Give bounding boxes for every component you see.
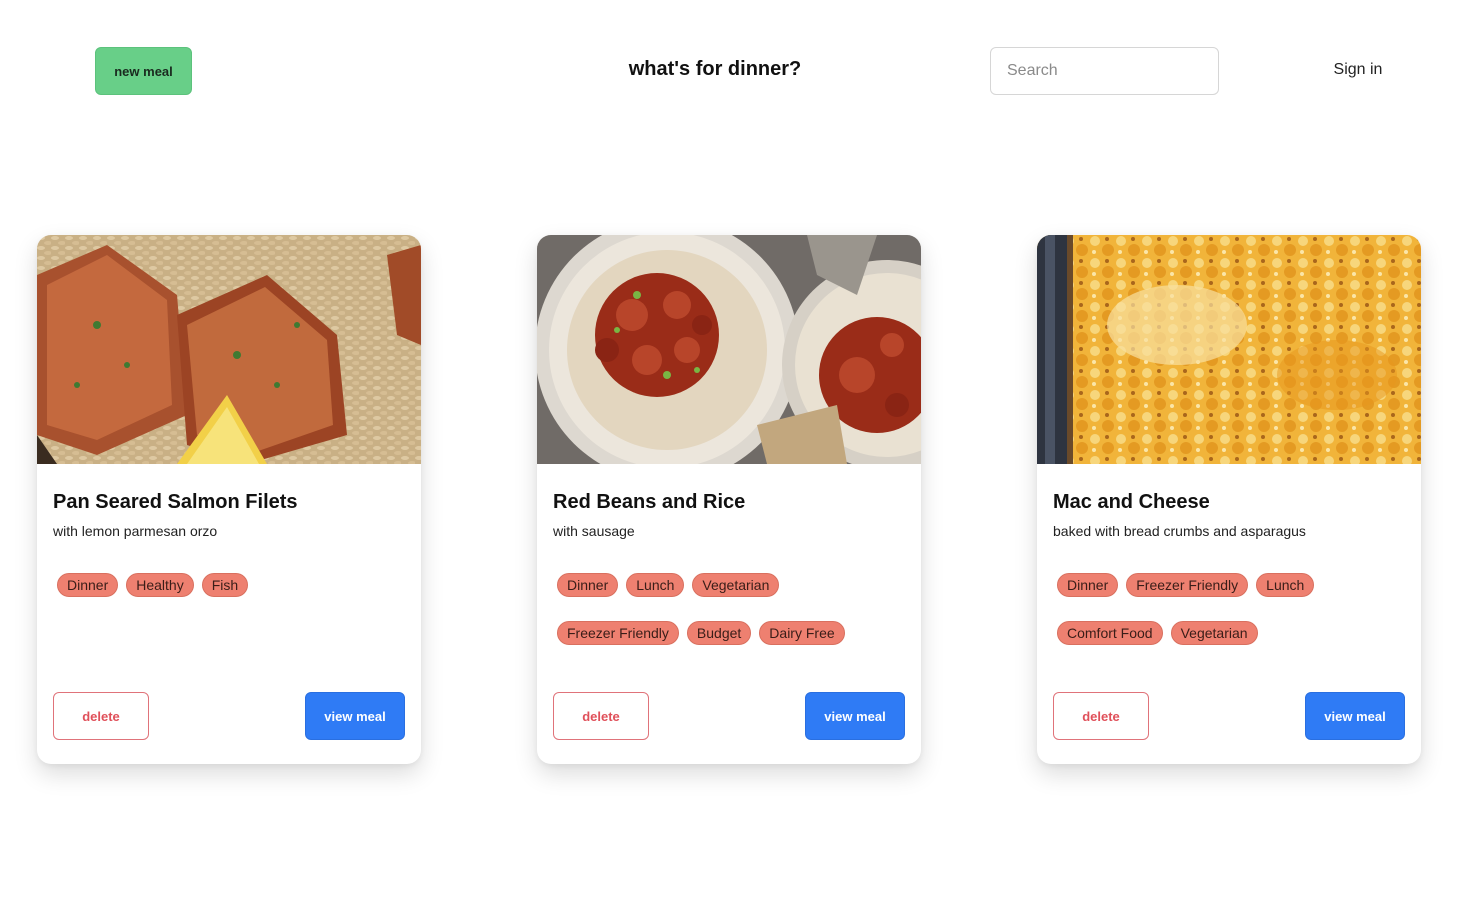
tag-list: Dinner Freezer Friendly Lunch Comfort Fo…: [1057, 573, 1407, 645]
view-meal-button[interactable]: view meal: [305, 692, 405, 740]
search-input[interactable]: [990, 47, 1219, 95]
meal-card: Pan Seared Salmon Filets with lemon parm…: [37, 235, 421, 764]
tag-chip[interactable]: Comfort Food: [1057, 621, 1163, 645]
tag-chip[interactable]: Budget: [686, 621, 752, 645]
tag-list: Dinner Lunch Vegetarian Freezer Friendly…: [557, 573, 907, 645]
meal-image-red-beans: [537, 235, 921, 464]
tag-chip[interactable]: Dairy Free: [759, 621, 845, 645]
view-meal-button[interactable]: view meal: [805, 692, 905, 740]
tag-list: Dinner Healthy Fish: [57, 573, 407, 597]
tag-chip[interactable]: Vegetarian: [692, 573, 780, 597]
meal-image-salmon: [37, 235, 421, 464]
tag-chip[interactable]: Fish: [201, 573, 249, 597]
tag-chip[interactable]: Lunch: [626, 573, 685, 597]
new-meal-button[interactable]: new meal: [95, 47, 192, 95]
tag-chip[interactable]: Dinner: [557, 573, 619, 597]
meal-subtitle: with sausage: [553, 523, 635, 539]
tag-chip[interactable]: Lunch: [1256, 573, 1315, 597]
sign-in-link[interactable]: Sign in: [1320, 61, 1396, 79]
tag-chip[interactable]: Dinner: [57, 573, 119, 597]
meal-title: Pan Seared Salmon Filets: [53, 491, 298, 513]
tag-chip[interactable]: Freezer Friendly: [557, 621, 679, 645]
meal-title: Mac and Cheese: [1053, 491, 1210, 513]
meal-subtitle: baked with bread crumbs and asparagus: [1053, 523, 1306, 539]
delete-button[interactable]: delete: [1053, 692, 1149, 740]
meal-image-mac-and-cheese: [1037, 235, 1421, 464]
meal-card: Mac and Cheese baked with bread crumbs a…: [1037, 235, 1421, 764]
tag-chip[interactable]: Vegetarian: [1170, 621, 1258, 645]
page-title: what's for dinner?: [628, 58, 802, 80]
delete-button[interactable]: delete: [553, 692, 649, 740]
tag-chip[interactable]: Dinner: [1057, 573, 1119, 597]
tag-chip[interactable]: Freezer Friendly: [1126, 573, 1249, 597]
meal-title: Red Beans and Rice: [553, 491, 746, 513]
delete-button[interactable]: delete: [53, 692, 149, 740]
tag-chip[interactable]: Healthy: [126, 573, 194, 597]
meal-card: Red Beans and Rice with sausage Dinner L…: [537, 235, 921, 764]
meal-subtitle: with lemon parmesan orzo: [53, 523, 218, 539]
view-meal-button[interactable]: view meal: [1305, 692, 1405, 740]
